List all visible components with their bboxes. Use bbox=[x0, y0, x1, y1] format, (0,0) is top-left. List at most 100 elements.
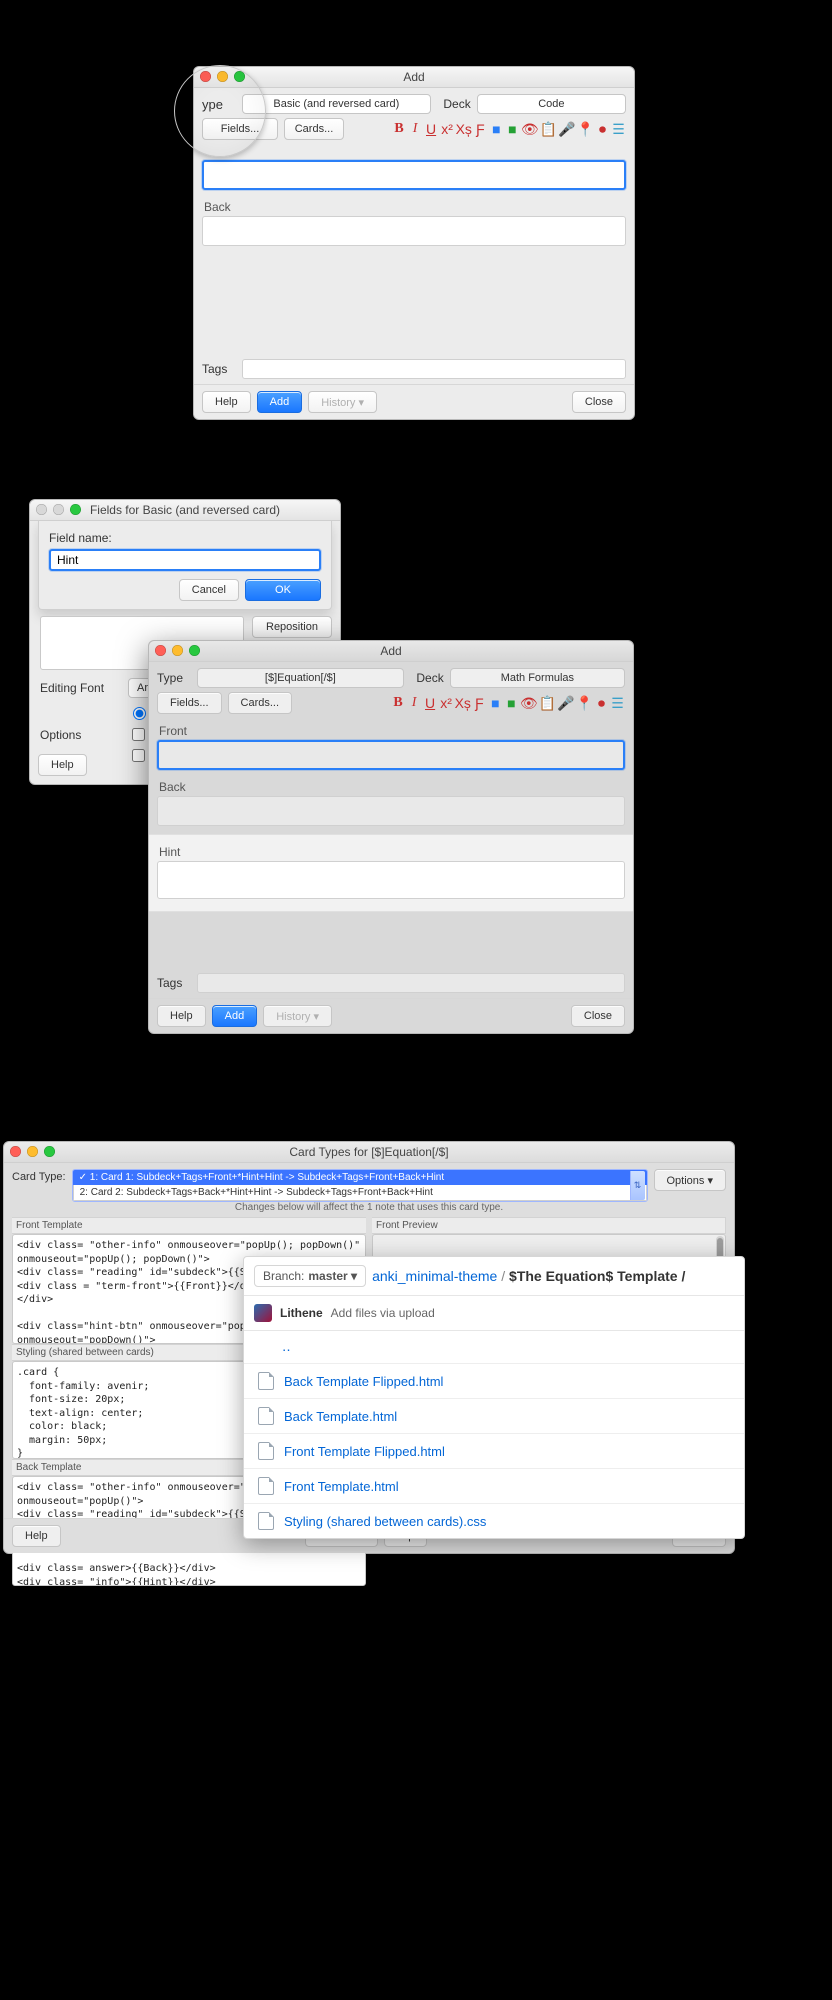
record-icon[interactable]: ⏺ bbox=[594, 696, 609, 710]
field-name-input[interactable] bbox=[49, 549, 321, 571]
clearfmt-icon[interactable]: Ƒ bbox=[473, 122, 488, 136]
options-button[interactable]: Options ▾ bbox=[654, 1169, 727, 1191]
cards-button[interactable]: Cards... bbox=[284, 118, 344, 140]
up-dir-row[interactable]: ‥ bbox=[244, 1331, 744, 1364]
close-dot[interactable] bbox=[36, 504, 47, 515]
commit-message[interactable]: Add files via upload bbox=[331, 1306, 435, 1320]
traffic-lights[interactable] bbox=[200, 71, 245, 82]
branch-selector[interactable]: Branch: master ▾ bbox=[254, 1265, 366, 1287]
titlebar[interactable]: Add bbox=[194, 67, 634, 88]
max-dot[interactable] bbox=[44, 1146, 55, 1157]
front-field[interactable] bbox=[202, 160, 626, 190]
cards-button[interactable]: Cards... bbox=[228, 692, 293, 714]
file-row[interactable]: Back Template.html bbox=[244, 1399, 744, 1434]
htmledit-icon[interactable]: ☰ bbox=[611, 122, 626, 136]
attach-icon[interactable]: 📋 bbox=[539, 696, 556, 710]
card-type-option-2[interactable]: 2: Card 2: Subdeck+Tags+Back+*Hint+Hint … bbox=[73, 1185, 647, 1201]
editor-toolbar[interactable]: B I U x² Xș Ƒ ■ ■ 👁 📋 🎤 📍 ⏺ ☰ bbox=[392, 122, 626, 136]
card-type-selected[interactable]: ✓ 1: Card 1: Subdeck+Tags+Front+*Hint+Hi… bbox=[73, 1170, 647, 1185]
file-link[interactable]: Front Template Flipped.html bbox=[284, 1444, 445, 1459]
traffic-lights[interactable] bbox=[36, 504, 81, 515]
type-selector[interactable]: Basic (and reversed card) bbox=[242, 94, 431, 114]
italic-icon[interactable]: I bbox=[408, 122, 423, 136]
help-button[interactable]: Help bbox=[38, 754, 87, 776]
file-row[interactable]: Front Template.html bbox=[244, 1469, 744, 1504]
back-field[interactable] bbox=[157, 796, 625, 826]
fields-button[interactable]: Fields... bbox=[202, 118, 278, 140]
close-dot[interactable] bbox=[155, 645, 166, 656]
color-icon[interactable]: ■ bbox=[488, 696, 503, 710]
max-dot[interactable] bbox=[70, 504, 81, 515]
file-link[interactable]: Back Template.html bbox=[284, 1409, 397, 1424]
file-row[interactable]: Back Template Flipped.html bbox=[244, 1364, 744, 1399]
fields-button[interactable]: Fields... bbox=[157, 692, 222, 714]
cloze-icon[interactable]: 👁 bbox=[520, 696, 538, 710]
sub-icon[interactable]: Xș bbox=[455, 696, 471, 710]
close-dot[interactable] bbox=[200, 71, 211, 82]
cloze-icon[interactable]: 👁 bbox=[521, 122, 539, 136]
traffic-lights[interactable] bbox=[10, 1146, 55, 1157]
reposition-button[interactable]: Reposition bbox=[252, 616, 332, 638]
titlebar[interactable]: Add bbox=[149, 641, 633, 662]
history-button[interactable]: History ▾ bbox=[263, 1005, 332, 1027]
max-dot[interactable] bbox=[234, 71, 245, 82]
latex-icon[interactable]: 📍 bbox=[576, 696, 593, 710]
repo-link[interactable]: anki_minimal-theme bbox=[372, 1268, 497, 1284]
min-dot[interactable] bbox=[217, 71, 228, 82]
file-row[interactable]: Front Template Flipped.html bbox=[244, 1434, 744, 1469]
close-button[interactable]: Close bbox=[571, 1005, 625, 1027]
ok-button[interactable]: OK bbox=[245, 579, 321, 601]
avatar[interactable] bbox=[254, 1304, 272, 1322]
highlight-icon[interactable]: ■ bbox=[504, 696, 519, 710]
editor-toolbar[interactable]: B I U x² Xș Ƒ ■ ■ 👁 📋 🎤 📍 ⏺ ☰ bbox=[391, 696, 625, 710]
type-selector[interactable]: [$]Equation[/$] bbox=[197, 668, 404, 688]
titlebar[interactable]: Card Types for [$]Equation[/$] bbox=[4, 1142, 734, 1163]
hint-field[interactable] bbox=[157, 861, 625, 899]
file-link[interactable]: Front Template.html bbox=[284, 1479, 399, 1494]
attach-icon[interactable]: 📋 bbox=[540, 122, 557, 136]
add-button[interactable]: Add bbox=[257, 391, 303, 413]
cancel-button[interactable]: Cancel bbox=[179, 579, 239, 601]
committer[interactable]: Lithene bbox=[280, 1306, 323, 1320]
italic-icon[interactable]: I bbox=[407, 696, 422, 710]
clearfmt-icon[interactable]: Ƒ bbox=[472, 696, 487, 710]
add-button[interactable]: Add bbox=[212, 1005, 258, 1027]
sup-icon[interactable]: x² bbox=[440, 122, 455, 136]
min-dot[interactable] bbox=[27, 1146, 38, 1157]
bold-icon[interactable]: B bbox=[392, 122, 407, 136]
min-dot[interactable] bbox=[172, 645, 183, 656]
htmledit-icon[interactable]: ☰ bbox=[610, 696, 625, 710]
underline-icon[interactable]: U bbox=[423, 696, 438, 710]
close-dot[interactable] bbox=[10, 1146, 21, 1157]
sup-icon[interactable]: x² bbox=[439, 696, 454, 710]
color-icon[interactable]: ■ bbox=[489, 122, 504, 136]
titlebar[interactable]: Fields for Basic (and reversed card) bbox=[30, 500, 340, 521]
back-field[interactable] bbox=[202, 216, 626, 246]
sub-icon[interactable]: Xș bbox=[456, 122, 472, 136]
bold-icon[interactable]: B bbox=[391, 696, 406, 710]
help-button[interactable]: Help bbox=[202, 391, 251, 413]
min-dot[interactable] bbox=[53, 504, 64, 515]
tags-input[interactable] bbox=[242, 359, 626, 379]
tags-input[interactable] bbox=[197, 973, 625, 993]
card-type-dropdown[interactable]: ✓ 1: Card 1: Subdeck+Tags+Front+*Hint+Hi… bbox=[72, 1169, 648, 1202]
chevron-updown-icon[interactable]: ⇅ bbox=[630, 1171, 645, 1200]
history-button[interactable]: History ▾ bbox=[308, 391, 377, 413]
latex-icon[interactable]: 📍 bbox=[577, 122, 594, 136]
max-dot[interactable] bbox=[189, 645, 200, 656]
file-link[interactable]: Back Template Flipped.html bbox=[284, 1374, 443, 1389]
mic-icon[interactable]: 🎤 bbox=[558, 122, 575, 136]
file-row[interactable]: Styling (shared between cards).css bbox=[244, 1504, 744, 1538]
file-link[interactable]: Styling (shared between cards).css bbox=[284, 1514, 486, 1529]
record-icon[interactable]: ⏺ bbox=[595, 122, 610, 136]
deck-selector[interactable]: Code bbox=[477, 94, 626, 114]
highlight-icon[interactable]: ■ bbox=[505, 122, 520, 136]
deck-selector[interactable]: Math Formulas bbox=[450, 668, 625, 688]
help-button[interactable]: Help bbox=[12, 1525, 61, 1547]
underline-icon[interactable]: U bbox=[424, 122, 439, 136]
close-button[interactable]: Close bbox=[572, 391, 626, 413]
front-field[interactable] bbox=[157, 740, 625, 770]
traffic-lights[interactable] bbox=[155, 645, 200, 656]
up-dir-link[interactable]: ‥ bbox=[282, 1339, 291, 1355]
mic-icon[interactable]: 🎤 bbox=[557, 696, 574, 710]
